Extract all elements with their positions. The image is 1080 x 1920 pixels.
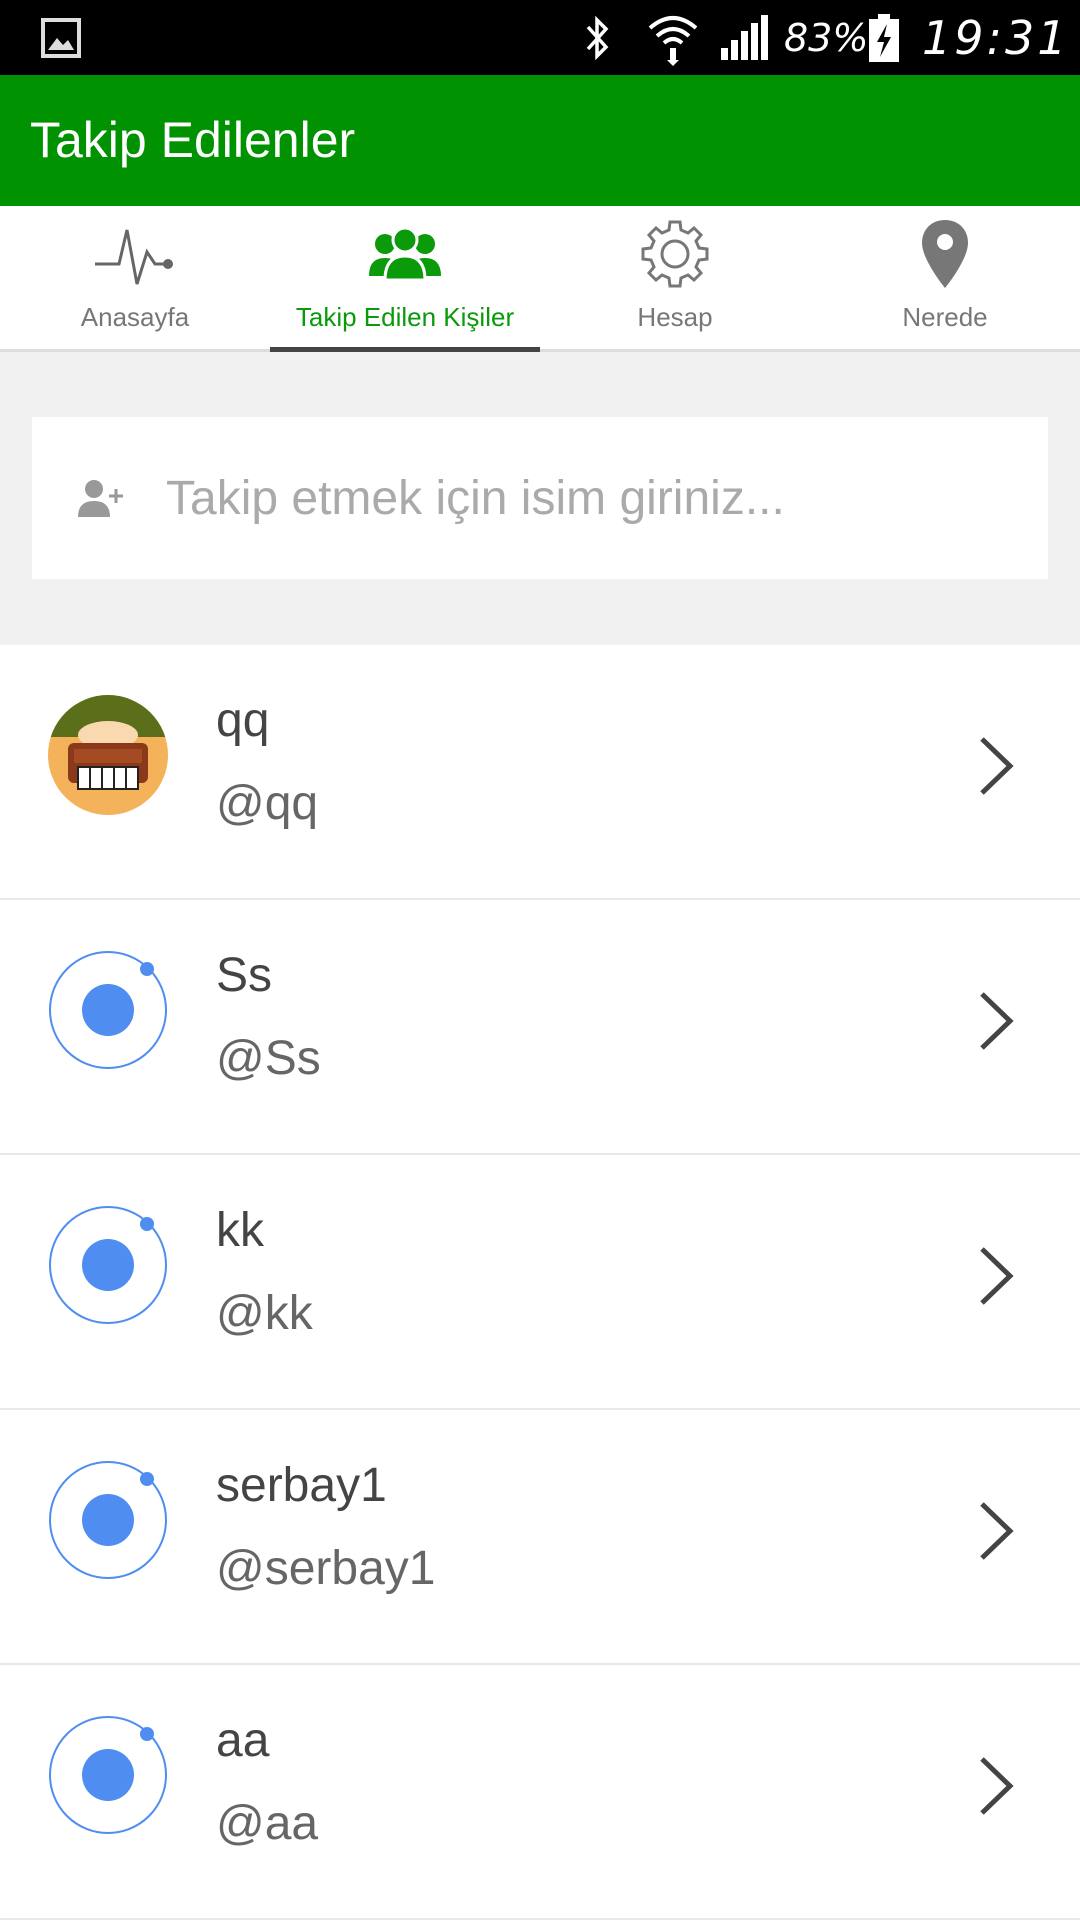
user-handle: @Ss [216,1032,321,1085]
page-title: Takip Edilenler [30,112,356,168]
default-avatar-icon [48,950,168,1070]
avatar [48,695,168,815]
tab-account[interactable]: Hesap [540,206,810,352]
battery-charging-icon [866,0,902,75]
people-icon [270,214,540,294]
list-item[interactable]: qq @qq [0,645,1080,900]
user-handle: @aa [216,1797,319,1850]
user-name: serbay1 [216,1459,387,1512]
chevron-right-icon [980,1502,1014,1560]
clock: 19:31 [922,10,1070,65]
list-item[interactable]: Ss @Ss [0,900,1080,1155]
tab-where[interactable]: Nerede [810,206,1080,352]
tab-account-label: Hesap [637,302,713,332]
chevron-right-icon [980,992,1014,1050]
pulse-icon [0,214,270,294]
default-avatar-icon [48,1205,168,1325]
search-section [0,352,1080,645]
chevron-right-icon [980,1757,1014,1815]
default-avatar-icon [48,1715,168,1835]
user-name: kk [216,1204,264,1257]
user-name: qq [216,694,270,747]
tab-where-label: Nerede [902,302,988,332]
list-item[interactable]: kk @kk [0,1155,1080,1410]
tab-followed-people[interactable]: Takip Edilen Kişiler [270,206,540,352]
tab-home[interactable]: Anasayfa [0,206,270,352]
user-handle: @serbay1 [216,1542,436,1595]
wifi-icon [645,0,701,75]
search-box [32,417,1048,579]
default-avatar-icon [48,1460,168,1580]
app-bar: Takip Edilenler [0,75,1080,206]
user-name: aa [216,1714,270,1767]
signal-icon [718,0,770,75]
gear-icon [540,214,810,294]
list-item[interactable]: aa @aa [0,1665,1080,1920]
add-user-icon [78,417,124,579]
follow-search-input[interactable] [166,417,1026,579]
chevron-right-icon [980,737,1014,795]
user-handle: @qq [216,777,319,830]
gallery-icon [38,0,84,75]
chevron-right-icon [980,1247,1014,1305]
tab-followed-people-label: Takip Edilen Kişiler [295,302,515,332]
status-bar: 83% 19:31 [0,0,1080,75]
bluetooth-icon [578,0,618,75]
location-pin-icon [810,214,1080,294]
user-handle: @kk [216,1287,313,1340]
user-name: Ss [216,949,273,1002]
tab-home-label: Anasayfa [80,302,190,332]
tab-bar: Anasayfa Takip Edilen Kişiler Hesap Nere… [0,206,1080,352]
list-item[interactable]: serbay1 @serbay1 [0,1410,1080,1665]
battery-percentage: 83% [784,15,869,60]
followed-users-list: qq @qq Ss @Ss kk @kk serbay1 @serbay1 aa… [0,645,1080,1920]
